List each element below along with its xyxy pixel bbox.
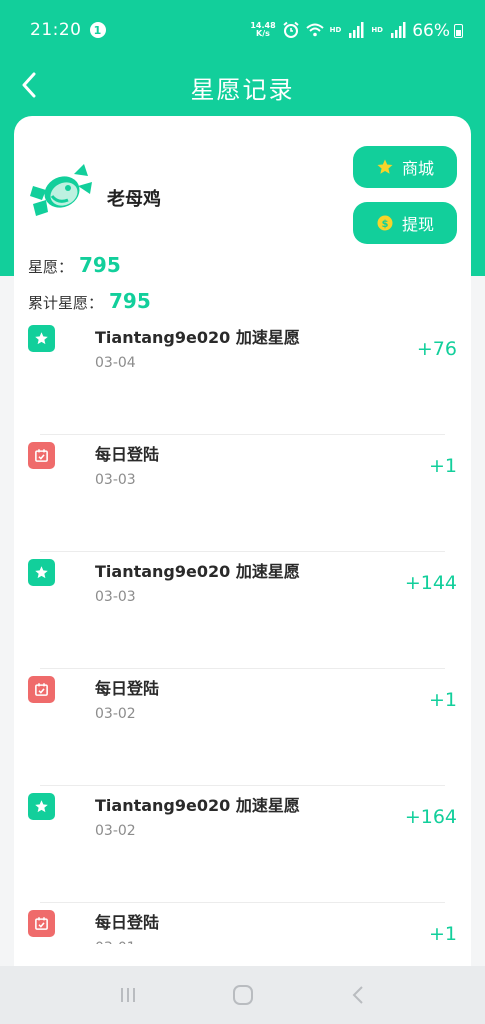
list-item[interactable]: Tiantang9e020 加速星愿 03-03 +144 <box>14 552 471 669</box>
list-item[interactable]: 每日登陆 03-01 +1 <box>14 903 471 944</box>
system-back-button[interactable] <box>346 983 370 1007</box>
record-amount: +76 <box>416 338 457 360</box>
record-date: 03-01 <box>95 940 136 944</box>
star-icon <box>377 159 393 174</box>
alarm-icon <box>283 21 299 38</box>
record-title: Tiantang9e020 加速星愿 <box>95 796 300 815</box>
hd-label-1: HD <box>329 26 342 34</box>
record-date: 03-04 <box>95 355 136 371</box>
record-date: 03-03 <box>95 472 136 488</box>
withdraw-label: 提现 <box>401 215 434 234</box>
chevron-left-icon <box>352 986 363 1004</box>
page-title: 星愿记录 <box>190 76 295 104</box>
star-icon <box>28 325 55 352</box>
record-title: 每日登陆 <box>95 679 160 698</box>
records-card: 老母鸡 商城 $ 提现 星愿： 795 累计星愿： 795 Tiantang9e… <box>14 116 471 1016</box>
list-item[interactable]: Tiantang9e020 加速星愿 03-04 +76 <box>14 318 471 435</box>
recent-apps-button[interactable] <box>116 983 140 1007</box>
record-title: 每日登陆 <box>95 445 160 464</box>
battery-status: 66% <box>412 21 463 41</box>
wish-label: 星愿： <box>28 258 74 276</box>
hd-label-2: HD <box>371 26 383 34</box>
calendar-icon <box>28 910 55 937</box>
record-amount: +144 <box>404 572 457 594</box>
record-amount: +164 <box>404 806 457 828</box>
coin-icon: $ <box>377 215 393 231</box>
candy-avatar-icon <box>30 164 92 216</box>
calendar-icon <box>28 676 55 703</box>
recent-apps-icon <box>120 988 135 1002</box>
total-wish: 累计星愿： 795 <box>28 289 151 313</box>
record-amount: +1 <box>428 455 457 477</box>
record-title: Tiantang9e020 加速星愿 <box>95 328 300 347</box>
star-icon <box>28 793 55 820</box>
screen: 21:20 1 14.48 K/s HD HD 66% 星愿记录 老母鸡 商城 … <box>0 0 485 1024</box>
net-speed-unit: K/s <box>256 29 270 38</box>
notification-badge: 1 <box>89 22 106 38</box>
record-date: 03-03 <box>95 589 136 605</box>
record-amount: +1 <box>428 689 457 711</box>
battery-percent: 66% <box>412 21 450 41</box>
signal-icon-2 <box>391 22 406 38</box>
record-date: 03-02 <box>95 823 136 839</box>
status-time: 21:20 <box>30 20 82 40</box>
shop-button[interactable]: 商城 <box>353 146 457 188</box>
record-date: 03-02 <box>95 706 136 722</box>
withdraw-button[interactable]: $ 提现 <box>353 202 457 244</box>
home-icon <box>232 985 253 1005</box>
username: 老母鸡 <box>107 189 161 210</box>
record-title: Tiantang9e020 加速星愿 <box>95 562 300 581</box>
system-nav-bar <box>0 966 485 1024</box>
status-icons: 14.48 K/s HD HD <box>250 21 407 39</box>
list-item[interactable]: 每日登陆 03-03 +1 <box>14 435 471 552</box>
calendar-icon <box>28 442 55 469</box>
wish-value: 795 <box>79 253 121 277</box>
total-label: 累计星愿： <box>28 294 104 312</box>
star-icon <box>28 559 55 586</box>
list-item[interactable]: Tiantang9e020 加速星愿 03-02 +164 <box>14 786 471 903</box>
record-title: 每日登陆 <box>95 913 160 932</box>
wish-balance: 星愿： 795 <box>28 253 121 277</box>
home-button[interactable] <box>231 983 255 1007</box>
shop-label: 商城 <box>401 159 434 178</box>
battery-icon <box>454 24 463 38</box>
net-speed: 14.48 K/s <box>250 22 275 38</box>
svg-text:$: $ <box>382 219 389 230</box>
record-amount: +1 <box>428 923 457 944</box>
records-list[interactable]: Tiantang9e020 加速星愿 03-04 +76 每日登陆 03-03 … <box>14 318 471 944</box>
total-value: 795 <box>109 289 151 313</box>
wifi-icon <box>305 23 324 37</box>
list-item[interactable]: 每日登陆 03-02 +1 <box>14 669 471 786</box>
signal-icon-1 <box>349 22 364 38</box>
